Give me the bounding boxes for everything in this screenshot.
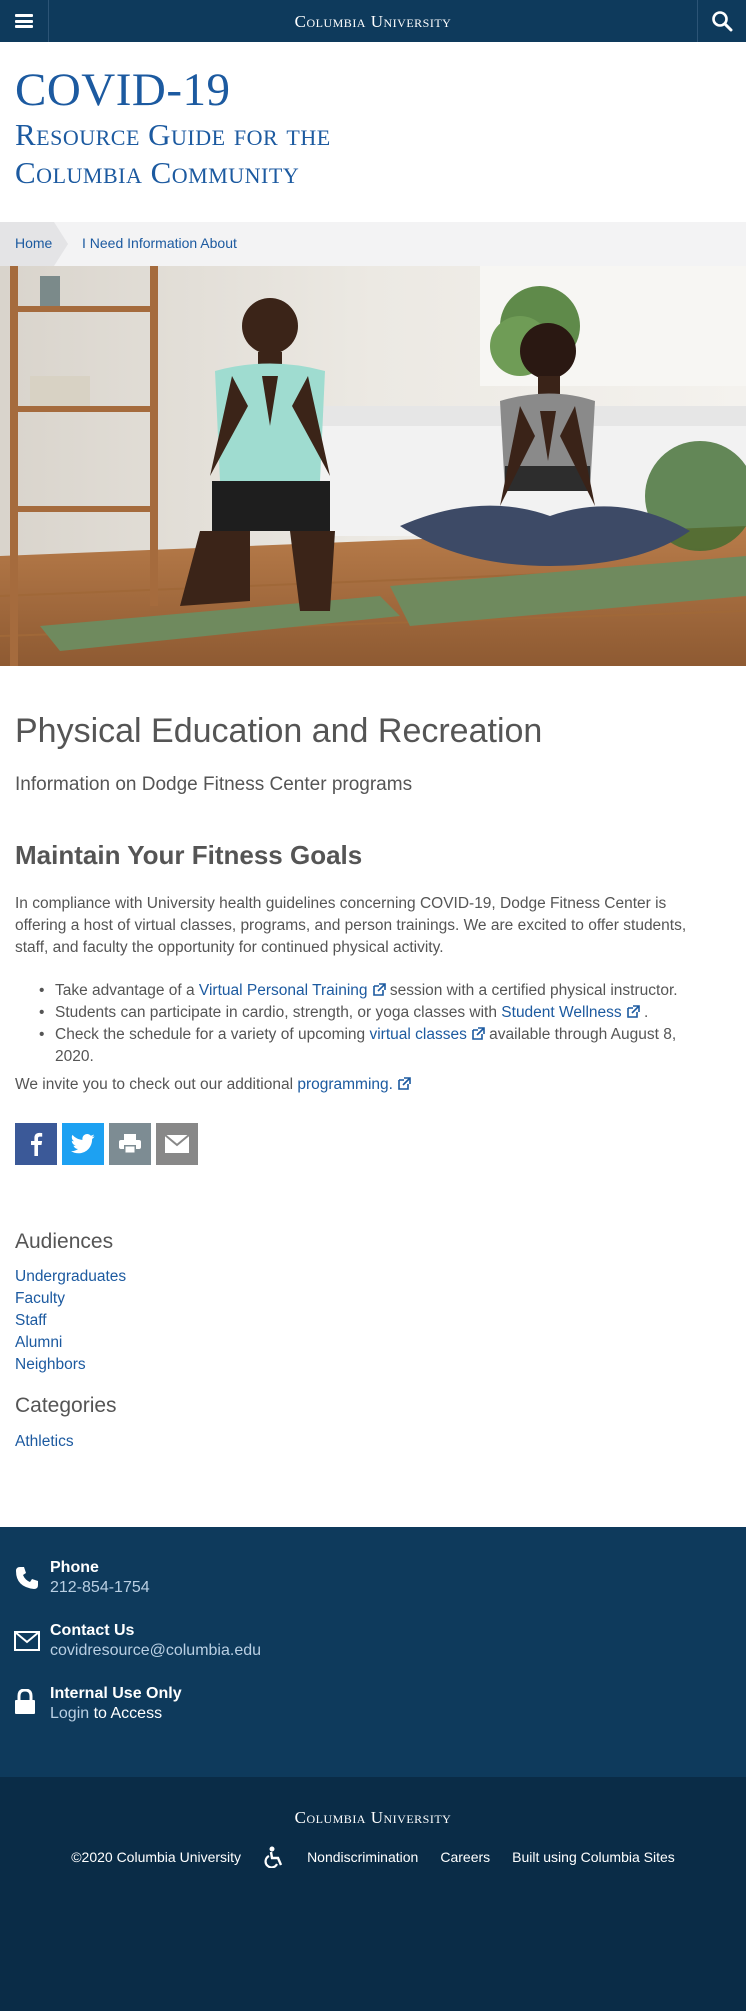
breadcrumb: Home I Need Information About: [0, 222, 746, 266]
link-text: virtual classes: [369, 1026, 467, 1043]
site-title-line2: Resource Guide for the: [15, 117, 331, 152]
facebook-icon: [31, 1132, 43, 1156]
internal-use-label: Internal Use Only: [50, 1685, 182, 1702]
list-item-text: Check the schedule for a variety of upco…: [55, 1026, 370, 1043]
external-link-icon: [626, 1005, 640, 1018]
list-item: Take advantage of a Virtual Personal Tra…: [15, 980, 715, 1002]
phone-label: Phone: [50, 1559, 99, 1576]
categories-list: Athletics: [15, 1431, 74, 1453]
envelope-icon: [14, 1631, 40, 1651]
list-item-text: Students can participate in cardio, stre…: [55, 1004, 502, 1021]
search-button[interactable]: [697, 0, 746, 42]
careers-link[interactable]: Careers: [440, 1849, 490, 1865]
page-subtitle: Information on Dodge Fitness Center prog…: [15, 774, 413, 795]
search-icon: [712, 11, 733, 32]
link-text: Virtual Personal Training: [198, 982, 368, 999]
nondiscrimination-link[interactable]: Nondiscrimination: [307, 1849, 418, 1865]
audience-alumni-link[interactable]: Alumni: [15, 1334, 62, 1351]
lock-icon: [15, 1689, 35, 1714]
contact-us-label: Contact Us: [50, 1622, 135, 1639]
share-email-button[interactable]: [156, 1123, 198, 1165]
print-icon: [119, 1134, 141, 1154]
email-icon: [165, 1135, 189, 1153]
footer-contact: Phone 212-854-1754 Contact Us covidresou…: [0, 1527, 746, 1777]
list-item: Students can participate in cardio, stre…: [15, 1002, 715, 1024]
category-athletics-link[interactable]: Athletics: [15, 1433, 74, 1450]
external-link-icon: [472, 1027, 485, 1040]
share-facebook-button[interactable]: [15, 1123, 57, 1165]
twitter-icon: [71, 1134, 95, 1154]
login-suffix: to Access: [89, 1705, 163, 1722]
site-title[interactable]: COVID-19 Resource Guide for the Columbia…: [15, 64, 331, 192]
top-bar: Columbia University: [0, 0, 746, 42]
audience-faculty-link[interactable]: Faculty: [15, 1290, 65, 1307]
share-twitter-button[interactable]: [62, 1123, 104, 1165]
audience-undergraduates-link[interactable]: Undergraduates: [15, 1268, 126, 1285]
link-text: programming.: [297, 1076, 393, 1093]
invite-text-before: We invite you to check out our additiona…: [15, 1076, 298, 1093]
categories-heading: Categories: [15, 1394, 117, 1417]
audiences-heading: Audiences: [15, 1230, 114, 1253]
list-item: Check the schedule for a variety of upco…: [15, 1024, 715, 1068]
phone-icon: [16, 1567, 38, 1589]
audience-staff-link[interactable]: Staff: [15, 1312, 47, 1329]
site-title-line1: COVID-19: [15, 64, 231, 116]
internal-use: Internal Use Only Login to Access: [50, 1685, 182, 1723]
list-item-text: session with a certified physical instru…: [385, 982, 678, 999]
external-link-icon: [372, 983, 386, 996]
breadcrumb-current-link[interactable]: I Need Information About: [82, 235, 237, 251]
university-name[interactable]: Columbia University: [0, 12, 746, 32]
programming-link[interactable]: programming.: [297, 1076, 411, 1093]
virtual-classes-link[interactable]: virtual classes: [369, 1026, 485, 1043]
audience-neighbors-link[interactable]: Neighbors: [15, 1356, 86, 1373]
login-link[interactable]: Login: [50, 1705, 89, 1722]
list-item-text: .: [639, 1004, 649, 1021]
section-heading: Maintain Your Fitness Goals: [15, 840, 363, 870]
phone-link[interactable]: 212-854-1754: [50, 1579, 150, 1596]
student-wellness-link[interactable]: Student Wellness: [501, 1004, 640, 1021]
footer-university-name[interactable]: Columbia University: [0, 1808, 746, 1828]
hero-image: [0, 266, 746, 666]
breadcrumb-home-link[interactable]: Home: [15, 235, 52, 251]
site-title-line3: Columbia Community: [15, 155, 300, 190]
contact-email-link[interactable]: covidresource@columbia.edu: [50, 1642, 261, 1659]
list-item-text: Take advantage of a: [55, 982, 199, 999]
breadcrumb-home: Home: [0, 222, 68, 266]
copyright-text: ©2020 Columbia University: [71, 1849, 242, 1865]
virtual-personal-training-link[interactable]: Virtual Personal Training: [199, 982, 386, 999]
audiences-list: Undergraduates Faculty Staff Alumni Neig…: [15, 1266, 126, 1376]
external-link-icon: [398, 1077, 411, 1090]
link-text: Student Wellness: [501, 1004, 622, 1021]
program-list: Take advantage of a Virtual Personal Tra…: [15, 980, 715, 1068]
contact-email: Contact Us covidresource@columbia.edu: [50, 1622, 261, 1660]
share-print-button[interactable]: [109, 1123, 151, 1165]
intro-paragraph: In compliance with University health gui…: [15, 895, 687, 956]
page-title: Physical Education and Recreation: [15, 712, 543, 750]
built-using-link[interactable]: Built using Columbia Sites: [512, 1849, 675, 1865]
invite-text: We invite you to check out our additiona…: [15, 1076, 411, 1094]
share-buttons: [15, 1123, 198, 1165]
footer-links: ©2020 Columbia University Nondiscriminat…: [0, 1846, 746, 1868]
accessibility-icon[interactable]: [263, 1846, 285, 1868]
contact-phone: Phone 212-854-1754: [50, 1559, 150, 1597]
